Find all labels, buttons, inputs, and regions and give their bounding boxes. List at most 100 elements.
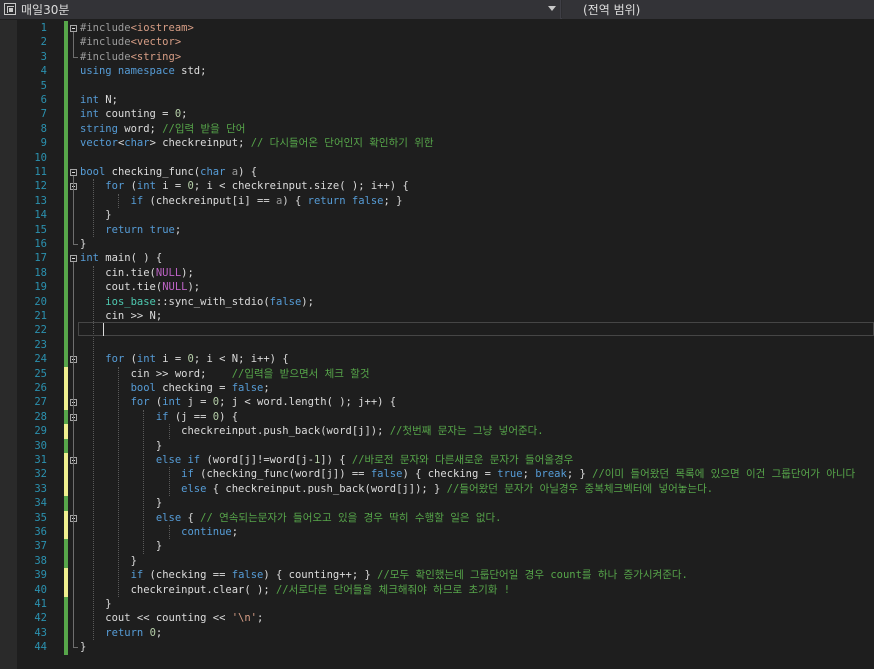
code-line[interactable]: return true; xyxy=(80,223,181,237)
code-token: ; xyxy=(155,626,163,639)
code-line[interactable]: for (int i = 0; i < checkreinput.size( )… xyxy=(80,179,408,193)
collapse-toggle-icon[interactable] xyxy=(70,255,77,263)
global-scope-dropdown[interactable]: (전역 범위) xyxy=(562,0,874,19)
code-line[interactable]: if (checking_func(word[j]) == false) { c… xyxy=(80,467,855,481)
code-token: <iostream> xyxy=(130,22,194,34)
code-token: } xyxy=(80,439,163,452)
change-marker xyxy=(64,381,68,396)
code-line[interactable]: ios_base::sync_with_stdio(false); xyxy=(80,295,314,309)
code-line[interactable]: } xyxy=(80,554,137,568)
code-line[interactable]: continue; xyxy=(80,525,238,539)
code-line[interactable]: if (checking == false) { counting++; } /… xyxy=(80,568,688,582)
code-token: true xyxy=(497,468,523,481)
code-token: > checkreinput; xyxy=(149,137,251,150)
code-line[interactable]: bool checking_func(char a) { xyxy=(80,165,257,179)
code-token: N; xyxy=(98,94,118,106)
change-marker xyxy=(64,510,68,525)
code-line[interactable]: #include<string> xyxy=(80,50,181,64)
code-token: bool xyxy=(80,166,106,178)
code-token: ; xyxy=(257,612,264,625)
code-line[interactable]: int counting = 0; xyxy=(80,107,187,121)
code-token: ( xyxy=(124,353,137,366)
code-token: (word[j]!=word[j- xyxy=(200,454,314,466)
code-line[interactable]: } xyxy=(80,208,111,222)
code-token: ( xyxy=(124,180,137,193)
code-line[interactable]: cin >> word; //입력을 받으면서 체크 할것 xyxy=(80,367,370,381)
navigation-bar: 매일30분 (전역 범위) xyxy=(0,0,874,19)
line-number: 25 xyxy=(34,367,47,380)
code-line[interactable]: return 0; xyxy=(80,626,162,640)
change-marker xyxy=(64,640,68,655)
change-marker xyxy=(64,309,68,324)
line-number: 15 xyxy=(34,223,47,236)
code-token: ; xyxy=(181,108,188,121)
change-marker xyxy=(64,237,68,252)
code-line[interactable]: cin >> N; xyxy=(80,309,162,323)
collapse-toggle-icon[interactable] xyxy=(70,169,77,176)
code-line[interactable]: int main( ) { xyxy=(80,251,162,265)
code-line[interactable]: } xyxy=(80,439,162,453)
line-number: 28 xyxy=(34,410,47,423)
code-token: word; xyxy=(117,122,163,135)
code-line[interactable]: } xyxy=(80,597,111,611)
code-line[interactable]: } xyxy=(80,237,86,251)
code-line[interactable]: using namespace std; xyxy=(80,64,206,78)
code-line[interactable]: for (int i = 0; i < N; i++) { xyxy=(80,352,289,366)
code-token: return xyxy=(307,194,346,207)
line-number: 44 xyxy=(34,641,47,654)
code-line[interactable]: } xyxy=(80,640,86,654)
code-line[interactable]: bool checking = false; xyxy=(80,381,270,395)
code-editor[interactable]: 1 2 3 4 5 6 7 8 9 10 11 12 13 14 15 16 17 18 19 20 21 22 23 24 2… xyxy=(0,20,874,669)
code-line[interactable]: vector<char> checkreinput; // 다시들어온 단어인지… xyxy=(80,136,434,150)
code-line[interactable]: else { checkreinput.push_back(word[j]); … xyxy=(80,482,713,496)
code-token: char xyxy=(124,137,150,150)
code-token: false xyxy=(269,295,302,308)
chevron-down-icon[interactable] xyxy=(548,6,556,11)
code-line[interactable]: cout << counting << '\n'; xyxy=(80,611,263,625)
code-line[interactable]: for (int j = 0; j < word.length( ); j++)… xyxy=(80,395,397,409)
code-token: //바로전 문자와 다른새로운 문자가 들어올경우 xyxy=(351,454,574,466)
code-token: namespace xyxy=(111,65,175,78)
code-token: (checking == xyxy=(143,569,232,582)
code-token: ]) { xyxy=(320,454,352,466)
code-line[interactable]: int N; xyxy=(80,93,118,107)
code-token: int xyxy=(80,252,99,265)
change-marker xyxy=(64,467,68,482)
line-number: 43 xyxy=(34,626,47,639)
code-token: ; i < N; i++) { xyxy=(193,353,289,366)
change-marker xyxy=(64,582,68,597)
indicator-margin[interactable] xyxy=(0,20,17,669)
code-line[interactable]: else { // 연속되는문자가 들어오고 있을 경우 딱히 수행할 일은 없… xyxy=(80,511,502,525)
code-line[interactable]: checkreinput.push_back(word[j]); //첫번째 문… xyxy=(80,424,543,438)
code-token: else xyxy=(181,482,207,495)
line-number: 34 xyxy=(34,497,47,510)
code-token: i = xyxy=(155,180,188,193)
project-file-icon xyxy=(4,3,16,15)
code-line[interactable]: cout.tie(NULL); xyxy=(80,280,200,294)
line-number: 17 xyxy=(34,252,47,265)
line-number: 16 xyxy=(34,238,47,250)
line-number: 22 xyxy=(34,324,47,337)
change-marker xyxy=(64,49,68,65)
code-token: else xyxy=(155,511,182,524)
code-line[interactable]: checkreinput.clear( ); //서로다른 단어들을 체크해줘야… xyxy=(80,583,511,597)
code-token: #include xyxy=(80,50,131,63)
file-scope-dropdown[interactable]: 매일30분 xyxy=(0,0,561,19)
code-line[interactable]: } xyxy=(80,539,162,553)
code-line[interactable]: cin.tie(NULL); xyxy=(80,266,194,280)
code-line[interactable]: } xyxy=(80,496,162,510)
code-line[interactable]: #include<vector> xyxy=(80,35,181,49)
code-token: ) { xyxy=(219,410,239,423)
code-line[interactable]: #include<iostream> xyxy=(80,21,194,35)
code-token: break xyxy=(535,468,567,481)
code-line[interactable]: else if (word[j]!=word[j-1]) { //바로전 문자와… xyxy=(80,453,573,467)
collapse-toggle-icon[interactable] xyxy=(70,25,77,32)
code-token: ) { xyxy=(238,166,258,178)
code-line[interactable]: if (checkreinput[i] == a) { return false… xyxy=(80,194,403,208)
code-line[interactable]: if (j == 0) { xyxy=(80,410,238,424)
code-line[interactable]: string word; //입력 받을 단어 xyxy=(80,122,245,136)
